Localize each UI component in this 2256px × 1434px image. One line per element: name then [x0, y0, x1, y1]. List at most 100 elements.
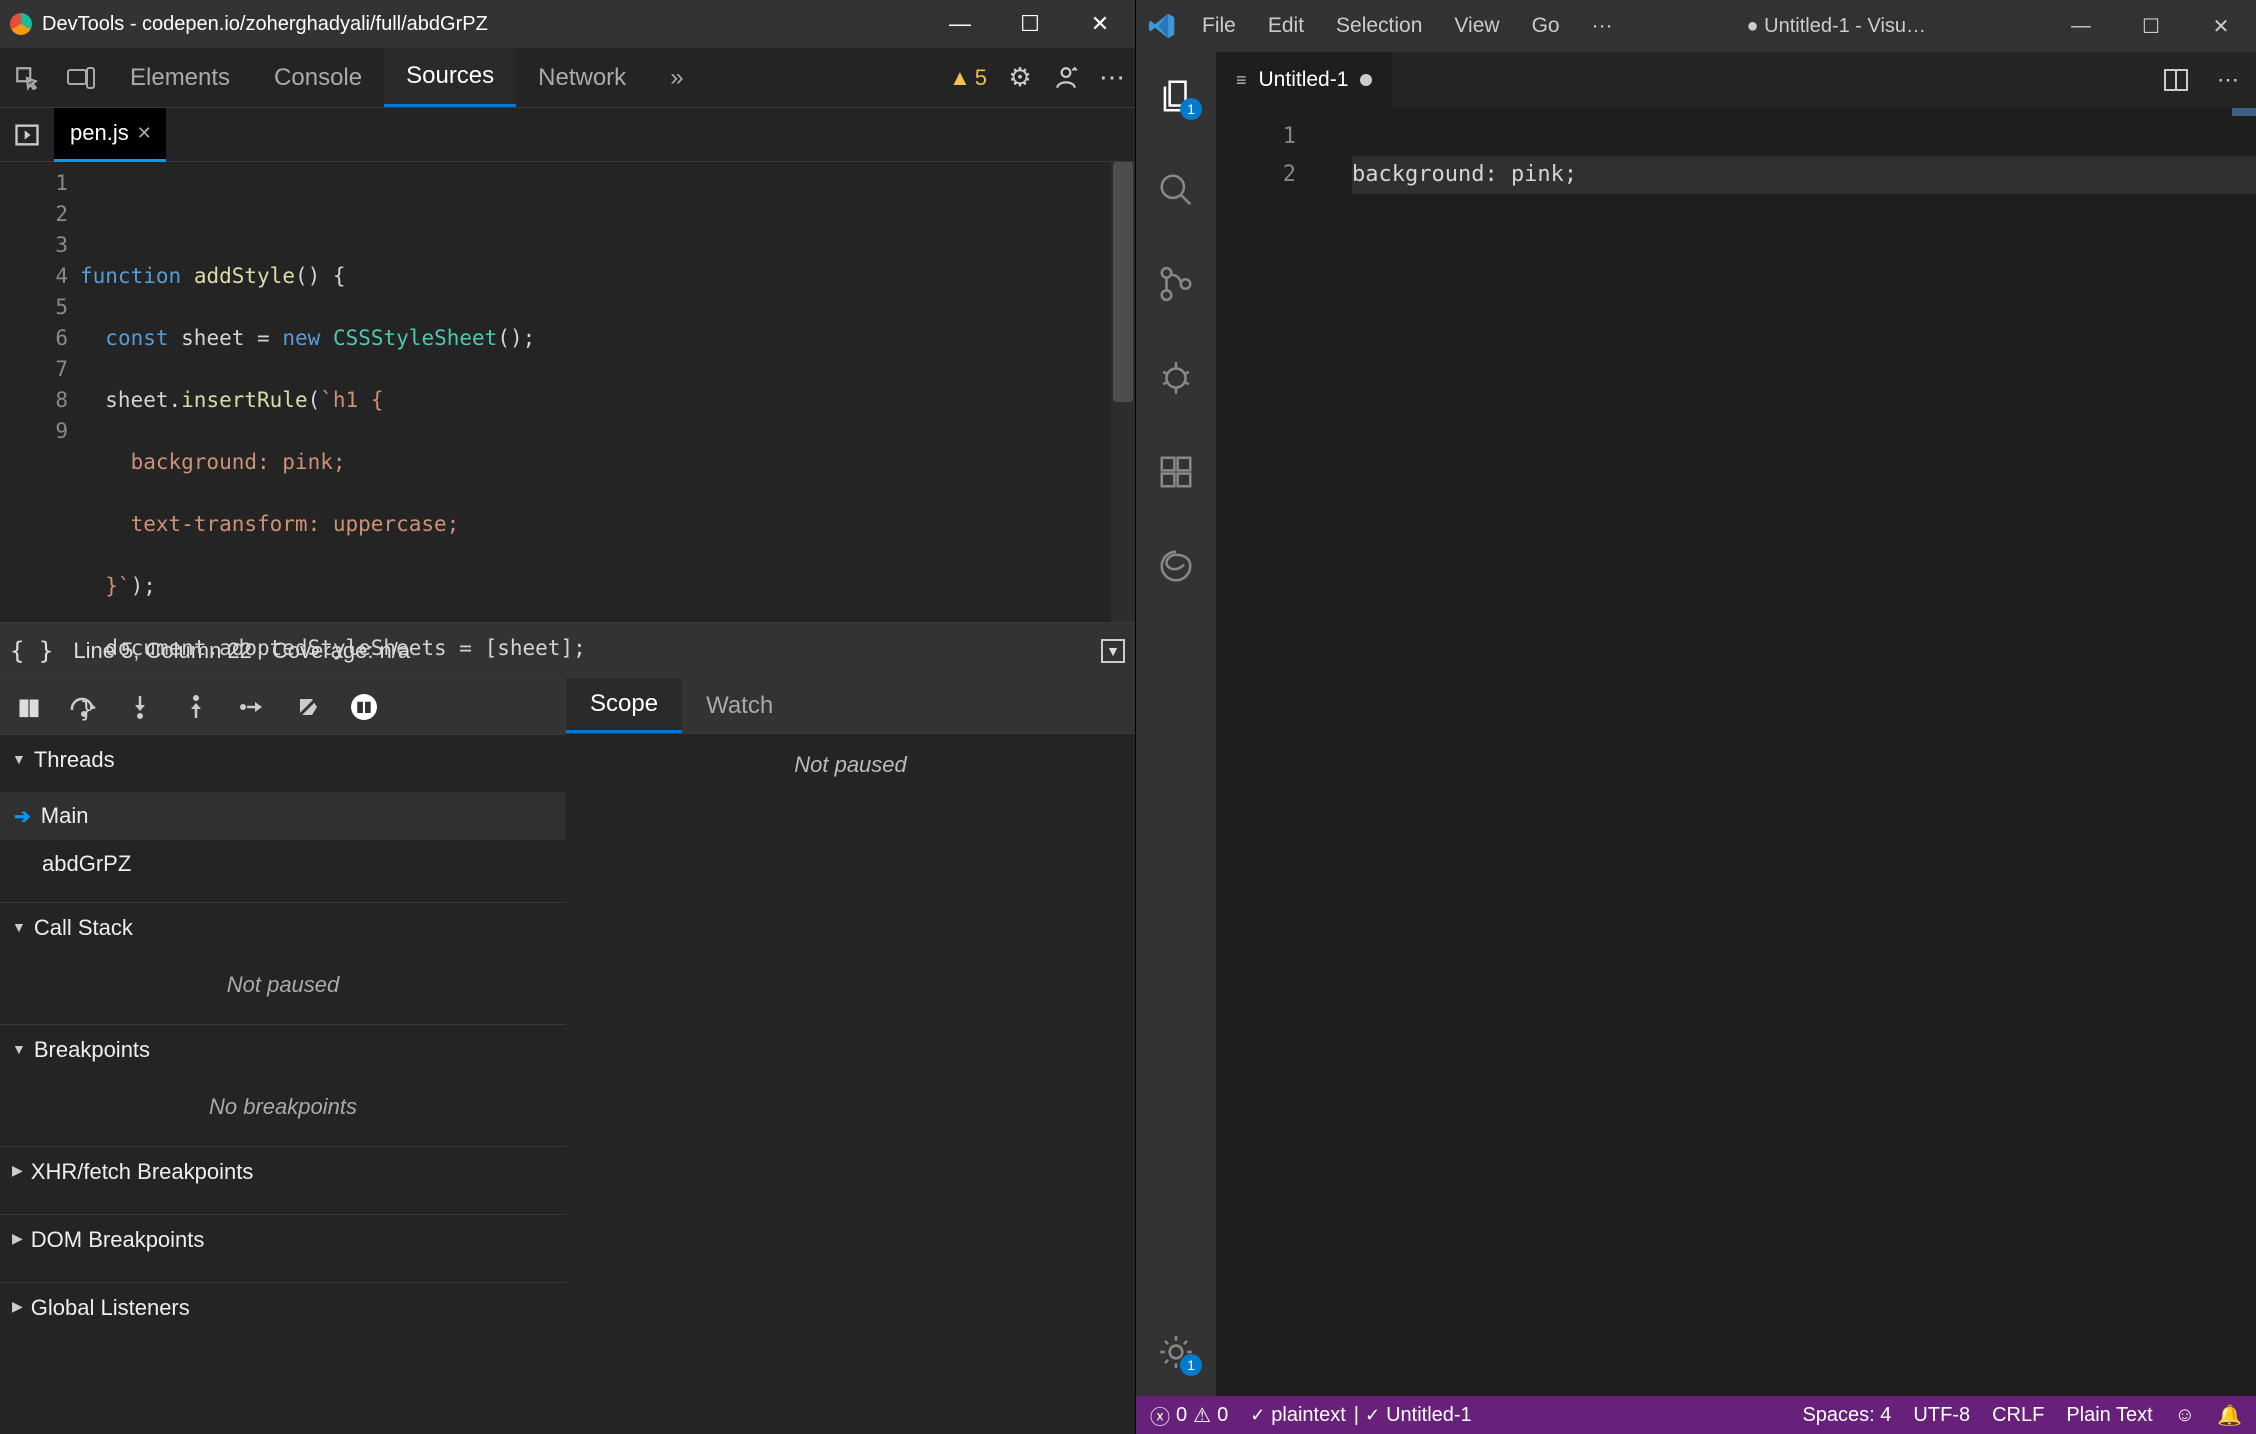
debug-icon[interactable]: [1136, 348, 1216, 408]
maximize-button[interactable]: ☐: [995, 0, 1065, 48]
inspect-element-icon[interactable]: [0, 48, 54, 108]
vscode-editor-content[interactable]: background: pink;: [1316, 108, 2256, 1396]
navigator-toggle-icon[interactable]: [0, 108, 54, 162]
callstack-header[interactable]: ▼Call Stack: [0, 902, 566, 952]
warning-icon: ⚠: [1193, 1403, 1211, 1428]
error-icon: ⓧ: [1150, 1401, 1170, 1430]
scope-panel: Not paused: [566, 734, 1135, 1434]
tab-more[interactable]: »: [648, 48, 705, 107]
editor-more-icon[interactable]: ⋯: [2210, 62, 2246, 98]
vscode-editor[interactable]: 1 2 background: pink;: [1216, 108, 2256, 1396]
notifications-icon[interactable]: 🔔: [2217, 1403, 2242, 1428]
pause-button[interactable]: ▮▮: [0, 679, 56, 735]
feedback-icon[interactable]: ☺: [2175, 1404, 2195, 1427]
status-filename[interactable]: | Untitled-1: [1354, 1404, 1472, 1427]
account-icon[interactable]: [1043, 48, 1089, 108]
pretty-print-icon[interactable]: { }: [10, 637, 53, 665]
activity-bar: 1 1: [1136, 52, 1216, 1396]
code-line[interactable]: background: pink;: [1352, 156, 2256, 194]
source-control-icon[interactable]: [1136, 254, 1216, 314]
status-spaces[interactable]: Spaces: 4: [1802, 1404, 1891, 1427]
chevron-right-icon: ▶: [12, 1162, 23, 1179]
close-file-icon[interactable]: ✕: [137, 123, 152, 144]
search-icon[interactable]: [1136, 160, 1216, 220]
file-tab-penjs[interactable]: pen.js ✕: [54, 108, 166, 162]
sources-tabbar: pen.js ✕: [0, 108, 1135, 162]
split-editor-icon[interactable]: [2158, 62, 2194, 98]
warnings-indicator[interactable]: ▲5: [949, 65, 987, 91]
devtools-window: DevTools - codepen.io/zoherghadyali/full…: [0, 0, 1136, 1434]
vscode-window: File Edit Selection View Go ··· ● Untitl…: [1136, 0, 2256, 1434]
editor-tab-label: Untitled-1: [1259, 68, 1349, 92]
editor-scrollbar[interactable]: [1111, 162, 1135, 622]
vscode-logo-icon: [1136, 0, 1188, 52]
tab-network[interactable]: Network: [516, 48, 648, 107]
explorer-icon[interactable]: 1: [1136, 66, 1216, 126]
menu-edit[interactable]: Edit: [1254, 0, 1318, 52]
device-toolbar-icon[interactable]: [54, 48, 108, 108]
language-detect[interactable]: plaintext: [1250, 1404, 1346, 1427]
close-button[interactable]: ✕: [1065, 0, 1135, 48]
thread-worker[interactable]: abdGrPZ: [0, 840, 566, 888]
devtools-titlebar[interactable]: DevTools - codepen.io/zoherghadyali/full…: [0, 0, 1135, 48]
code-content[interactable]: function addStyle() { const sheet = new …: [80, 162, 1135, 622]
menu-view[interactable]: View: [1440, 0, 1513, 52]
tab-sources[interactable]: Sources: [384, 48, 516, 107]
status-eol[interactable]: CRLF: [1992, 1404, 2044, 1427]
settings-icon[interactable]: ⚙: [997, 48, 1043, 108]
chevron-down-icon: ▼: [12, 751, 26, 767]
minimize-button[interactable]: —: [925, 0, 995, 48]
minimap[interactable]: [2232, 108, 2256, 116]
dirty-indicator-icon: [1360, 74, 1372, 86]
devtools-app-icon: [10, 13, 32, 35]
code-editor[interactable]: 1 2 3 4 5 6 7 8 9 function addStyle() { …: [0, 162, 1135, 622]
scope-empty: Not paused: [566, 734, 1135, 1434]
more-options-icon[interactable]: ⋯: [1089, 48, 1135, 108]
errors-indicator[interactable]: ⓧ0 ⚠0: [1150, 1401, 1228, 1430]
extensions-icon[interactable]: [1136, 442, 1216, 502]
menu-go[interactable]: Go: [1518, 0, 1574, 52]
vscode-status-bar: ⓧ0 ⚠0 plaintext | Untitled-1 Spaces: 4 U…: [1136, 1396, 2256, 1434]
tab-elements[interactable]: Elements: [108, 48, 252, 107]
explorer-badge: 1: [1180, 98, 1202, 120]
file-type-icon: ≡: [1236, 70, 1247, 91]
chevron-right-icon: ▶: [12, 1298, 23, 1315]
chevron-down-icon: ▼: [12, 1041, 26, 1057]
menu-more[interactable]: ···: [1578, 0, 1627, 52]
dom-breakpoints-header[interactable]: ▶DOM Breakpoints: [0, 1214, 566, 1264]
global-listeners-header[interactable]: ▶Global Listeners: [0, 1282, 566, 1332]
vscode-minimize-button[interactable]: —: [2046, 0, 2116, 52]
vscode-close-button[interactable]: ✕: [2186, 0, 2256, 52]
edge-tools-icon[interactable]: [1136, 536, 1216, 596]
status-encoding[interactable]: UTF-8: [1913, 1404, 1970, 1427]
line-gutter: 1 2 3 4 5 6 7 8 9: [0, 162, 80, 622]
vscode-menu: File Edit Selection View Go ···: [1188, 0, 1627, 52]
file-tab-label: pen.js: [70, 120, 129, 146]
devtools-title: DevTools - codepen.io/zoherghadyali/full…: [42, 13, 925, 36]
devtools-toolbar: Elements Console Sources Network » ▲5 ⚙ …: [0, 48, 1135, 108]
callstack-empty: Not paused: [0, 960, 566, 1010]
menu-selection[interactable]: Selection: [1322, 0, 1436, 52]
breakpoints-empty: No breakpoints: [0, 1082, 566, 1132]
tab-console[interactable]: Console: [252, 48, 384, 107]
editor-area: ≡ Untitled-1 ⋯ 1 2 background:: [1216, 52, 2256, 1396]
thread-main[interactable]: ➔Main: [0, 792, 566, 840]
manage-badge: 1: [1180, 1354, 1202, 1376]
menu-file[interactable]: File: [1188, 0, 1250, 52]
manage-icon[interactable]: 1: [1136, 1322, 1216, 1382]
chevron-right-icon: ▶: [12, 1230, 23, 1247]
vscode-window-title: ● Untitled-1 - Visu…: [1627, 15, 2046, 38]
vscode-titlebar[interactable]: File Edit Selection View Go ··· ● Untitl…: [1136, 0, 2256, 52]
xhr-breakpoints-header[interactable]: ▶XHR/fetch Breakpoints: [0, 1146, 566, 1196]
debugger-sidebar: ▼Threads ➔Main abdGrPZ ▼Call Stack Not p…: [0, 734, 566, 1434]
breakpoints-header[interactable]: ▼Breakpoints: [0, 1024, 566, 1074]
status-language[interactable]: Plain Text: [2066, 1404, 2152, 1427]
editor-tab-untitled[interactable]: ≡ Untitled-1: [1216, 52, 1393, 108]
check-icon: [1250, 1404, 1265, 1427]
vscode-maximize-button[interactable]: ☐: [2116, 0, 2186, 52]
check-icon: [1365, 1404, 1380, 1427]
current-thread-icon: ➔: [14, 804, 31, 829]
warning-icon: ▲: [949, 65, 971, 91]
editor-tabs: ≡ Untitled-1 ⋯: [1216, 52, 2256, 108]
chevron-down-icon: ▼: [12, 919, 26, 935]
